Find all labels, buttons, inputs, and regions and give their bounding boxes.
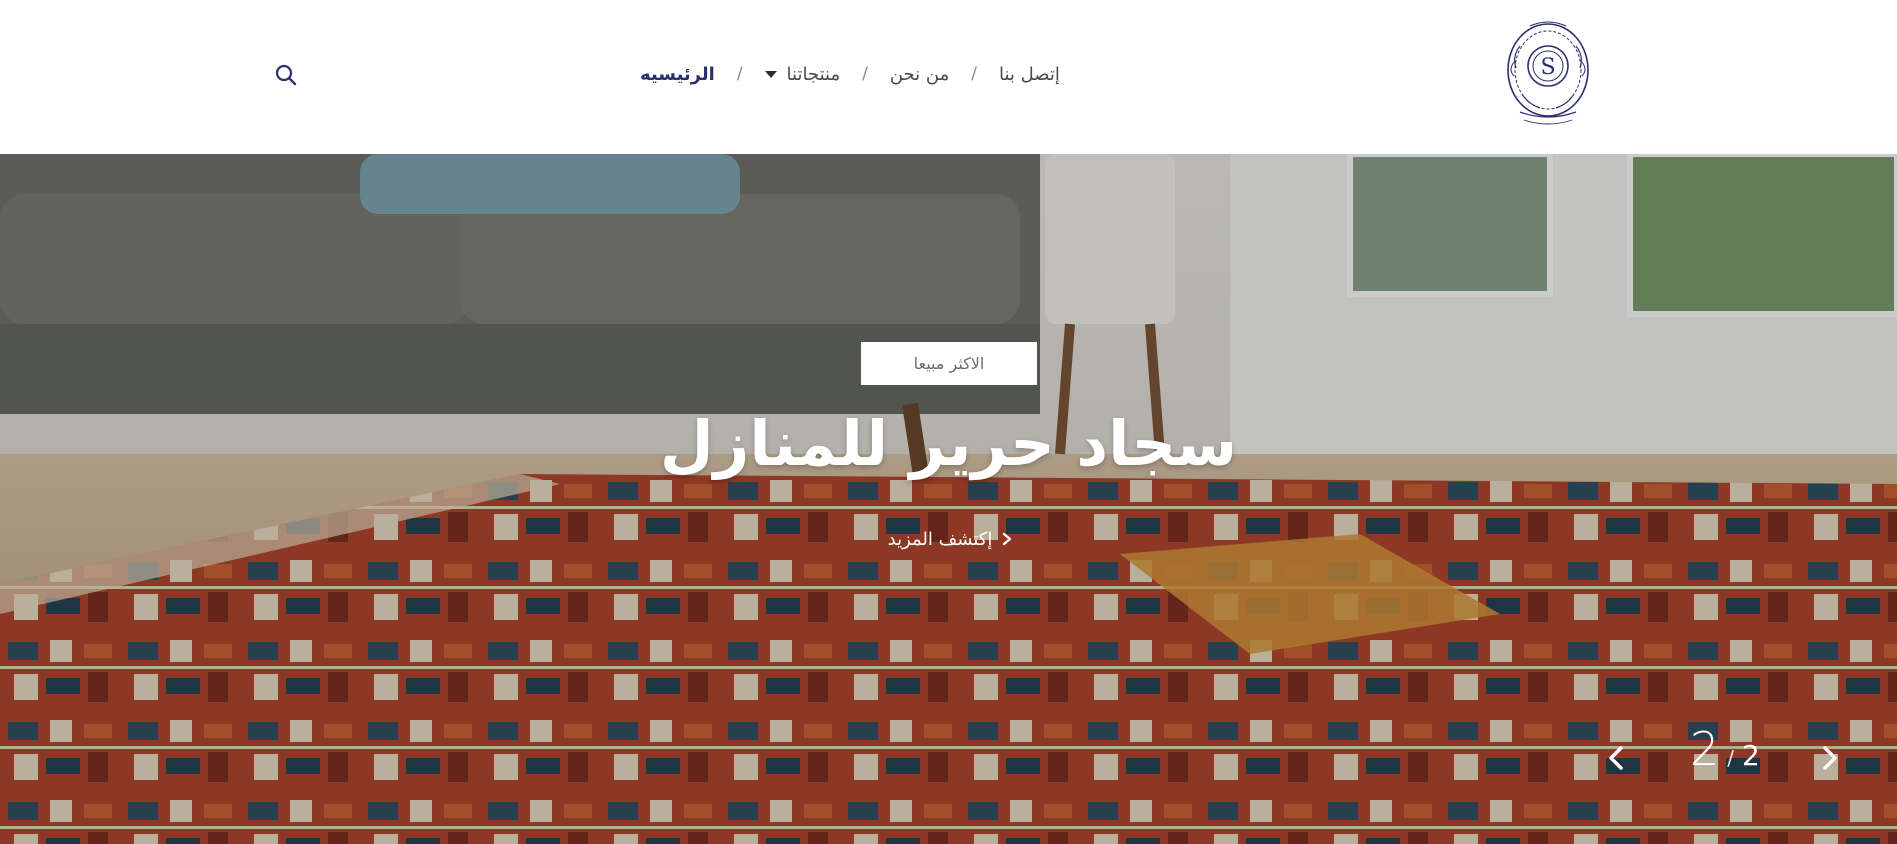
slider-next-button[interactable] (1812, 740, 1848, 776)
svg-text:S: S (1540, 55, 1555, 80)
slide-total: 2 (1742, 739, 1760, 772)
site-header: S الرئيسيه / منتجاتنا / من نحن / إتصل بن… (0, 0, 1897, 154)
nav-item-label: منتجاتنا (786, 63, 841, 85)
chevron-left-icon (1609, 746, 1623, 770)
caret-down-icon (764, 70, 777, 78)
discover-more-link[interactable]: إكتشف المزيد (860, 524, 1040, 554)
search-icon (275, 64, 297, 86)
crest-logo-icon: S (1507, 21, 1589, 125)
hero-badge: الاكثر مبيعا (861, 342, 1037, 385)
nav-item-products[interactable]: منتجاتنا (764, 63, 841, 85)
hero-slider: الاكثر مبيعا سجاد حرير للمنازل إكتشف الم… (0, 154, 1897, 844)
nav-item-label: الرئيسيه (640, 63, 715, 85)
nav-item-label: إتصل بنا (998, 63, 1060, 85)
nav-separator: / (736, 64, 743, 84)
nav-item-about[interactable]: من نحن (890, 64, 949, 85)
search-button[interactable] (272, 61, 300, 89)
nav-item-contact[interactable]: إتصل بنا (999, 64, 1060, 85)
brand-logo[interactable]: S (1500, 16, 1596, 130)
chevron-right-icon (1823, 746, 1837, 770)
chevron-right-icon (1002, 532, 1012, 546)
nav-item-home[interactable]: الرئيسيه (640, 64, 715, 85)
slide-counter: 2 / 2 (1690, 722, 1770, 782)
main-nav: الرئيسيه / منتجاتنا / من نحن / إتصل بنا (640, 58, 1110, 90)
nav-separator: / (971, 64, 977, 84)
discover-more-label: إكتشف المزيد (887, 528, 993, 550)
hero-title: سجاد حرير للمنازل (659, 407, 1238, 480)
slide-separator: / (1727, 746, 1735, 770)
slide-current: 2 (1690, 722, 1720, 776)
nav-separator: / (862, 64, 868, 84)
nav-item-label: من نحن (889, 63, 950, 85)
slider-prev-button[interactable] (1598, 740, 1634, 776)
